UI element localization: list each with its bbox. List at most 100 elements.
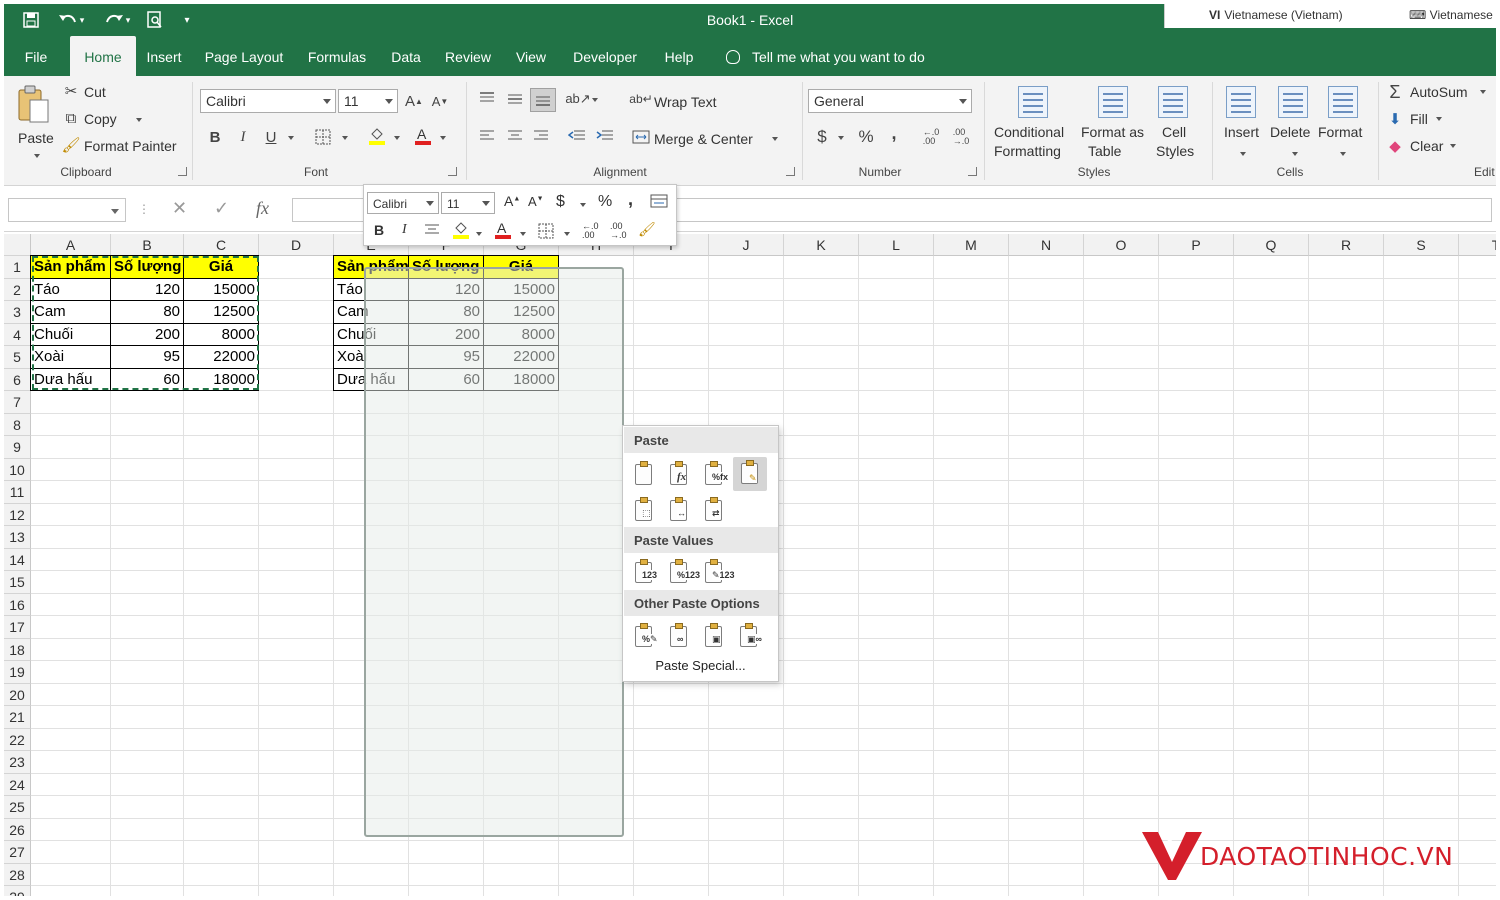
fill-color-icon[interactable] [366,124,388,148]
tab-insert[interactable]: Insert [140,36,188,76]
mini-increase-decimal-icon[interactable]: ←.0.00 [582,222,599,240]
row-header-17[interactable]: 17 [4,616,31,639]
mini-currency-dropdown-icon[interactable] [580,203,586,207]
align-middle-icon[interactable] [504,88,526,108]
tab-developer[interactable]: Developer [566,36,644,76]
font-size-combo[interactable]: 11 [338,89,398,113]
mini-bold-button[interactable]: B [374,222,384,238]
mini-borders-dropdown-icon[interactable] [564,232,570,236]
column-header-b[interactable]: B [111,234,184,256]
row-header-10[interactable]: 10 [4,458,31,481]
paste-transpose-icon[interactable]: ⇄ [701,496,727,524]
table-cell[interactable]: Táo [31,279,110,302]
tab-formulas[interactable]: Formulas [302,36,372,76]
table-cell[interactable]: 12500 [184,301,258,324]
row-header-15[interactable]: 15 [4,571,31,594]
select-all-corner[interactable] [4,234,31,256]
row-header-24[interactable]: 24 [4,773,31,796]
font-name-combo[interactable]: Calibri [200,89,336,113]
column-header-m[interactable]: M [934,234,1009,256]
decrease-indent-icon[interactable] [566,126,588,146]
cell-styles-button[interactable]: Cell Styles [1152,82,1202,162]
delete-cells-button[interactable]: Delete [1268,82,1320,162]
format-as-table-button[interactable]: Format as Table [1078,82,1150,162]
column-header-r[interactable]: R [1309,234,1384,256]
percent-button[interactable]: % [856,126,876,148]
row-header-3[interactable]: 3 [4,301,31,324]
table-cell[interactable]: Chuối [31,324,110,347]
row-header-23[interactable]: 23 [4,751,31,774]
conditional-formatting-button[interactable]: Conditional Formatting [990,82,1074,162]
underline-dropdown-icon[interactable] [288,136,294,140]
row-header-22[interactable]: 22 [4,728,31,751]
merge-center-button[interactable]: Merge & Center [654,131,753,147]
column-header-t[interactable]: T [1459,234,1496,256]
wrap-text-button[interactable]: Wrap Text [654,94,717,110]
fill-button[interactable]: Fill [1410,111,1428,127]
table-cell[interactable]: 80 [111,301,183,324]
copy-button[interactable]: Copy [84,111,117,127]
paste-values-icon[interactable]: 123 [631,558,658,586]
table-cell[interactable]: 95 [111,346,183,369]
keep-source-column-widths-icon[interactable]: ↔ [666,496,692,524]
decrease-font-icon[interactable]: A ▼ [430,90,450,112]
table-cell[interactable]: 60 [111,369,183,392]
format-cells-button[interactable]: Format [1318,82,1374,162]
paste-formulas-number-format-icon[interactable]: %fx [701,460,729,488]
column-header-p[interactable]: P [1159,234,1234,256]
row-header-14[interactable]: 14 [4,548,31,571]
row-header-1[interactable]: 1 [4,256,31,279]
decrease-decimal-icon[interactable]: .00 →.0 [950,126,972,148]
borders-dropdown-icon[interactable] [342,136,348,140]
mini-format-table-icon[interactable] [650,194,668,211]
table-cell[interactable]: 22000 [184,346,258,369]
row-header-9[interactable]: 9 [4,436,31,459]
cancel-icon[interactable]: ✕ [172,198,187,219]
mini-font-combo[interactable]: Calibri [367,192,439,214]
mini-font-color-dropdown-icon[interactable] [520,232,526,236]
mini-font-color-icon[interactable]: A [494,220,512,243]
paste-link-icon[interactable]: ∞ [666,622,692,650]
table-cell[interactable]: 120 [111,279,183,302]
paste-formulas-icon[interactable]: fx [666,460,692,488]
table-cell[interactable]: Xoài [31,346,110,369]
tab-home[interactable]: Home [70,36,136,76]
paste-icon[interactable] [631,460,657,488]
orientation-icon[interactable]: ab↗ [565,88,590,110]
number-launcher-icon[interactable] [968,167,977,176]
clear-dropdown-icon[interactable] [1450,144,1456,148]
column-header-j[interactable]: J [709,234,784,256]
clipboard-launcher-icon[interactable] [178,167,187,176]
table-cell[interactable]: 200 [111,324,183,347]
tab-page-layout[interactable]: Page Layout [200,36,288,76]
column-header-c[interactable]: C [184,234,259,256]
tell-me-search[interactable]: Tell me what you want to do [726,36,925,76]
language-bar[interactable]: VI Vietnamese (Vietnam) ⌨ Vietnamese [1164,4,1500,28]
row-header-21[interactable]: 21 [4,706,31,729]
insert-cells-button[interactable]: Insert [1220,82,1266,162]
autosum-dropdown-icon[interactable] [1480,90,1486,94]
column-header-l[interactable]: L [859,234,934,256]
font-color-dropdown-icon[interactable] [440,136,446,140]
column-header-s[interactable]: S [1384,234,1459,256]
align-right-icon[interactable] [530,126,552,146]
row-header-13[interactable]: 13 [4,526,31,549]
clear-button[interactable]: Clear [1410,138,1443,154]
number-format-combo[interactable]: General [808,89,972,113]
table-cell[interactable]: 15000 [184,279,258,302]
table-header-cell[interactable]: Số lượng [111,256,183,279]
comma-button[interactable]: , [886,122,902,144]
currency-button[interactable]: $ [812,126,832,148]
row-header-4[interactable]: 4 [4,323,31,346]
row-header-6[interactable]: 6 [4,368,31,391]
column-header-o[interactable]: O [1084,234,1159,256]
increase-decimal-icon[interactable]: ←.0.00 [920,126,942,148]
paste-no-borders-icon[interactable]: ⬚ [631,496,657,524]
row-header-27[interactable]: 27 [4,841,31,864]
format-painter-button[interactable]: Format Painter [84,138,177,154]
row-header-8[interactable]: 8 [4,413,31,436]
mini-size-combo[interactable]: 11 [441,192,495,214]
row-header-5[interactable]: 5 [4,346,31,369]
mini-currency-button[interactable]: $ [556,193,565,211]
name-box[interactable] [8,198,126,222]
